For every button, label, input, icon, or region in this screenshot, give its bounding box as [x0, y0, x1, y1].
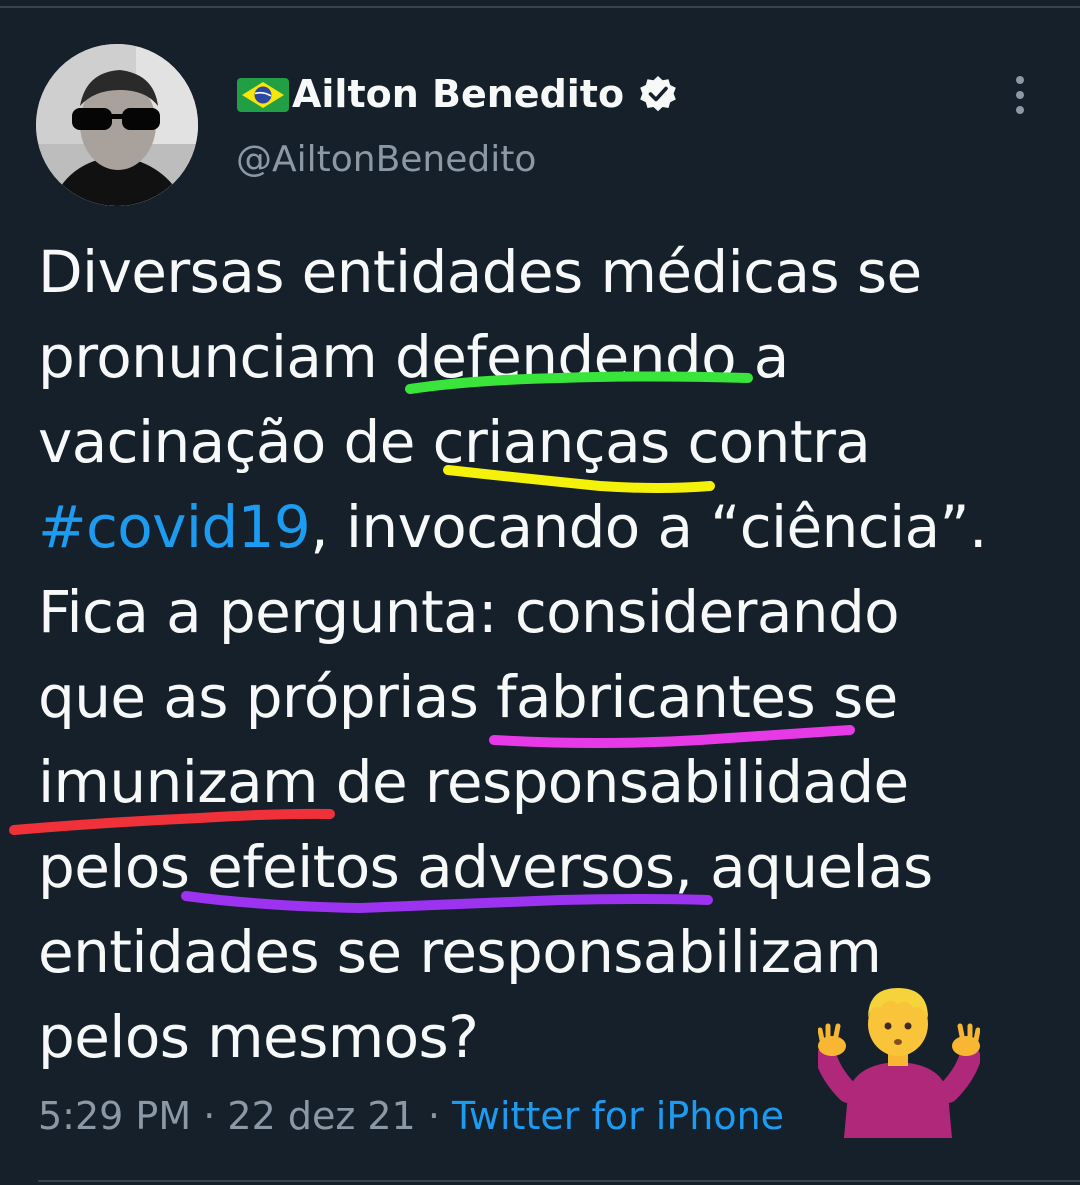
bottom-divider [38, 1180, 1080, 1182]
tweet-time[interactable]: 5:29 PM [38, 1094, 191, 1138]
tweet-meta: 5:29 PM · 22 dez 21 · Twitter for iPhone [38, 1088, 784, 1144]
tweet-line: vacinação de crianças contra [38, 408, 871, 476]
meta-separator: · [203, 1094, 216, 1138]
tweet-line: imunizam de responsabilidade [38, 748, 909, 816]
man-shrugging-emoji-icon [818, 988, 980, 1138]
tweet-line-rest: , invocando a “ciência”. [310, 493, 987, 561]
source-link[interactable]: Twitter for iPhone [452, 1094, 784, 1138]
tweet-text: Diversas entidades médicas se pronunciam… [38, 230, 1058, 1080]
tweet-line: Diversas entidades médicas se [38, 238, 922, 306]
display-name: Ailton Benedito [292, 72, 625, 116]
verified-badge-icon [640, 76, 676, 112]
avatar-photo [36, 44, 198, 206]
hashtag-link[interactable]: #covid19 [38, 493, 311, 561]
tweet-line: que as próprias fabricantes se [38, 663, 898, 731]
tweet-line-with-hashtag: #covid19, invocando a “ciência”. [38, 485, 1058, 570]
tweet-line: Fica a pergunta: considerando [38, 578, 900, 646]
tweet-line: pronunciam defendendo a [38, 323, 789, 391]
more-dot-icon [1016, 76, 1024, 84]
more-dot-icon [1016, 91, 1024, 99]
handle[interactable]: @AiltonBenedito [236, 136, 536, 184]
more-options-button[interactable] [1002, 70, 1038, 120]
meta-separator: · [427, 1094, 440, 1138]
tweet-line: pelos efeitos adversos, aquelas [38, 833, 933, 901]
brazil-flag-icon [237, 78, 289, 112]
tweet-date[interactable]: 22 dez 21 [227, 1094, 415, 1138]
top-divider [0, 6, 1080, 8]
display-name-row[interactable]: Ailton Benedito [236, 66, 678, 122]
more-dot-icon [1016, 106, 1024, 114]
avatar[interactable] [36, 44, 198, 206]
